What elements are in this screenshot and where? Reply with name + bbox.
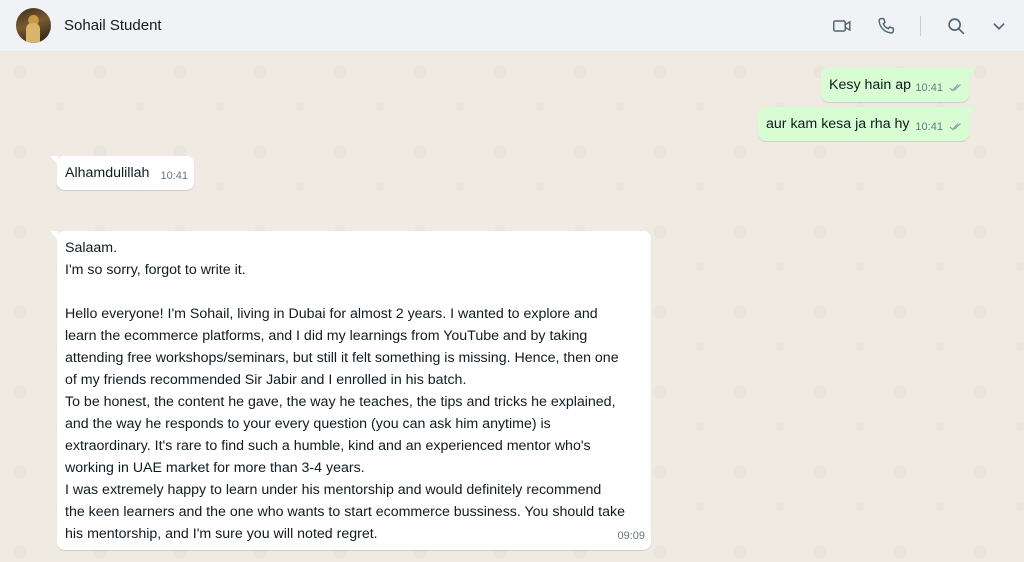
header-divider — [920, 16, 921, 36]
message-line: To be honest, the content he gave, the w… — [65, 394, 616, 410]
message-line: his mentorship, and I'm sure you will no… — [65, 526, 378, 542]
message-line: learn the ecommerce platforms, and I did… — [65, 328, 588, 344]
voice-call-icon[interactable] — [874, 14, 898, 38]
message-timestamp: 10:41 — [915, 82, 943, 94]
message-line: Salaam. — [65, 240, 118, 256]
message-bubble-incoming[interactable]: Alhamdulillah 10:41 — [50, 156, 194, 190]
chat-header: Sohail Student — [0, 0, 1024, 52]
message-bubble-incoming[interactable]: Salaam. I'm so sorry, forgot to write it… — [50, 231, 651, 550]
message-line: attending free workshops/seminars, but s… — [65, 350, 619, 366]
message-bubble-outgoing[interactable]: Kesy hain ap 10:41 — [821, 68, 976, 102]
message-time: 10:41 — [915, 77, 963, 100]
double-check-icon — [949, 78, 963, 100]
chat-area[interactable]: Kesy hain ap 10:41 aur kam kesa ja rha h… — [0, 52, 1024, 562]
message-line: the keen learners and the one who wants … — [65, 504, 625, 520]
message-line: I'm so sorry, forgot to write it. — [65, 262, 246, 278]
message-line — [65, 281, 649, 303]
message-time: 10:41 — [160, 170, 188, 182]
message-time: 10:41 — [915, 116, 963, 139]
message-text: Kesy hain ap — [829, 77, 912, 93]
message-text: Alhamdulillah — [65, 165, 150, 181]
chevron-down-icon[interactable] — [987, 14, 1011, 38]
message-line: and the way he responds to your every qu… — [65, 416, 551, 432]
message-line: I was extremely happy to learn under his… — [65, 482, 602, 498]
contact-avatar[interactable] — [16, 8, 51, 43]
message-line: Hello everyone! I'm Sohail, living in Du… — [65, 306, 598, 322]
contact-name[interactable]: Sohail Student — [64, 17, 162, 34]
message-line: extraordinary. It's rare to find such a … — [65, 438, 591, 454]
message-timestamp: 10:41 — [915, 121, 943, 133]
video-call-icon[interactable] — [830, 14, 854, 38]
search-icon[interactable] — [944, 14, 968, 38]
message-text: Salaam. I'm so sorry, forgot to write it… — [65, 237, 649, 545]
message-text: aur kam kesa ja rha hy — [766, 116, 910, 132]
message-line: working in UAE market for more than 3-4 … — [65, 460, 365, 476]
double-check-icon — [949, 117, 963, 139]
message-line: of my friends recommended Sir Jabir and … — [65, 372, 467, 388]
message-bubble-outgoing[interactable]: aur kam kesa ja rha hy 10:41 — [758, 107, 976, 141]
message-time: 09:09 — [617, 530, 645, 542]
